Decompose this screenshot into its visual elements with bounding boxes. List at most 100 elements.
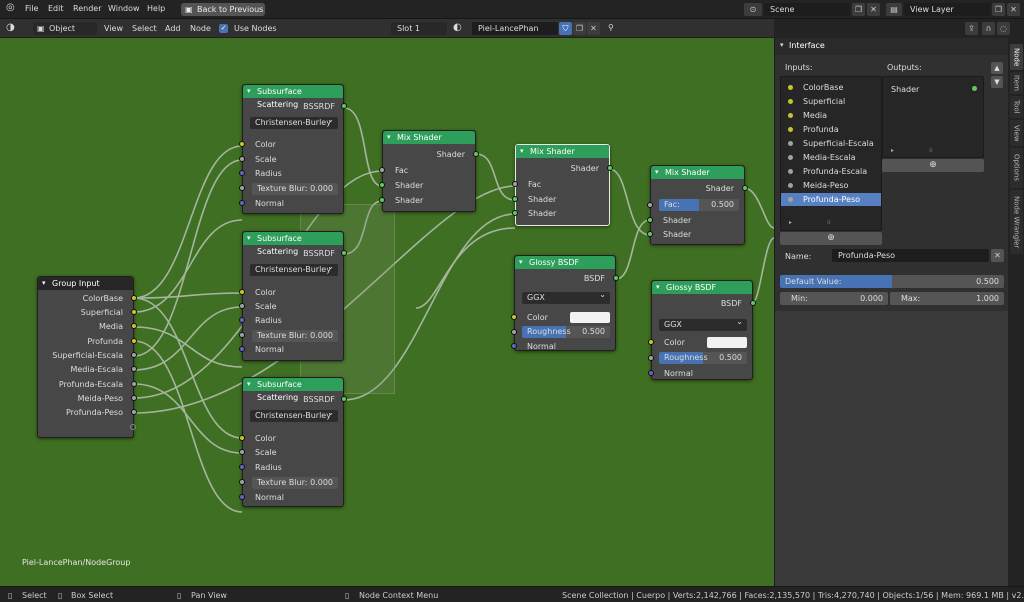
input-socket[interactable] <box>239 346 245 352</box>
input-socket[interactable] <box>239 289 245 295</box>
input-socket[interactable] <box>512 196 518 202</box>
input-socket[interactable] <box>511 329 517 335</box>
output-socket[interactable] <box>742 185 748 191</box>
resize-grip-icon[interactable]: ▸ <box>891 147 894 154</box>
node-header[interactable]: Subsurface Scattering <box>243 85 343 109</box>
menu-help[interactable]: Help <box>147 4 165 13</box>
input-list-item[interactable]: Superficial-Escala <box>781 137 881 150</box>
output-socket[interactable] <box>131 309 137 315</box>
input-socket[interactable] <box>239 156 245 162</box>
blender-logo-icon[interactable]: ◎ <box>6 2 15 13</box>
node-header[interactable]: Mix Shader <box>651 166 744 179</box>
remove-scene-icon[interactable]: ✕ <box>867 3 880 16</box>
input-socket[interactable] <box>239 317 245 323</box>
output-socket[interactable] <box>613 275 619 281</box>
menu-render[interactable]: Render <box>73 4 101 13</box>
header-menu-node[interactable]: Node <box>190 24 211 33</box>
output-socket[interactable] <box>131 338 137 344</box>
node-canvas[interactable]: Subsurface Scattering BSSRDF Christensen… <box>0 38 774 586</box>
input-socket[interactable] <box>239 185 245 191</box>
output-socket[interactable] <box>131 352 137 358</box>
output-socket[interactable] <box>473 151 479 157</box>
output-item[interactable]: Shader <box>891 85 919 94</box>
menu-file[interactable]: File <box>25 4 38 13</box>
interface-panel-header[interactable]: ▾ Interface <box>775 38 1009 55</box>
input-list-item[interactable]: ColorBase <box>781 81 881 94</box>
menu-window[interactable]: Window <box>108 4 140 13</box>
node-header[interactable]: Subsurface Scattering <box>243 232 343 256</box>
overlay-icon[interactable]: ◌ <box>997 22 1010 35</box>
input-socket[interactable] <box>239 494 245 500</box>
add-input-button[interactable]: ⊕ <box>780 232 882 245</box>
use-nodes-checkbox[interactable]: ✓ <box>219 24 228 33</box>
header-menu-add[interactable]: Add <box>165 24 181 33</box>
inputs-list[interactable]: ▸ ⁞⁞ ColorBase Superficial Media Profunda Su… <box>780 76 882 231</box>
subsurface-scattering-node-2[interactable]: Subsurface Scattering BSSRDF Christensen… <box>239 231 347 361</box>
fac-value-field[interactable]: Fac: 0.500 <box>659 199 739 211</box>
input-socket[interactable] <box>239 449 245 455</box>
input-list-item[interactable]: Meida-Peso <box>781 179 881 192</box>
fake-user-shield-icon[interactable]: ⛉ <box>559 22 572 35</box>
node-header[interactable]: Group Input <box>38 277 133 290</box>
input-socket[interactable] <box>239 464 245 470</box>
drag-handle-icon[interactable]: ⁞⁞ <box>929 147 933 154</box>
subsurface-scattering-node-1[interactable]: Subsurface Scattering BSSRDF Christensen… <box>239 84 347 214</box>
input-socket[interactable] <box>648 339 654 345</box>
menu-edit[interactable]: Edit <box>48 4 64 13</box>
method-dropdown[interactable]: Christensen-Burley <box>250 407 338 422</box>
output-socket[interactable] <box>131 366 137 372</box>
method-dropdown[interactable]: Christensen-Burley <box>250 261 338 276</box>
mix-shader-node-2[interactable]: Mix Shader Shader Fac Shader Shader <box>512 144 613 226</box>
input-socket[interactable] <box>512 181 518 187</box>
output-socket[interactable] <box>341 103 347 109</box>
view-layer-field[interactable]: View Layer <box>904 3 990 16</box>
input-socket[interactable] <box>512 210 518 216</box>
object-mode-dropdown[interactable]: ▣ Object <box>33 22 97 35</box>
input-socket[interactable] <box>647 231 653 237</box>
unlink-material-icon[interactable]: ✕ <box>587 22 600 35</box>
output-socket[interactable] <box>341 396 347 402</box>
output-socket[interactable] <box>607 165 613 171</box>
header-menu-select[interactable]: Select <box>132 24 157 33</box>
header-menu-view[interactable]: View <box>104 24 123 33</box>
scene-field[interactable]: Scene <box>764 3 850 16</box>
move-down-button[interactable]: ▼ <box>991 76 1003 88</box>
input-socket[interactable] <box>239 332 245 338</box>
outputs-list[interactable]: Shader ▸ ⁞⁞ <box>882 76 984 158</box>
color-swatch[interactable] <box>707 337 747 348</box>
remove-view-layer-icon[interactable]: ✕ <box>1007 3 1020 16</box>
material-name-field[interactable]: Piel-LancePhan <box>472 22 558 35</box>
input-socket[interactable] <box>379 167 385 173</box>
tab-node[interactable]: Node <box>1010 44 1023 70</box>
input-socket[interactable] <box>648 370 654 376</box>
pin-icon[interactable]: ⚲ <box>608 23 614 32</box>
scene-type-icon[interactable]: ⊙ <box>744 3 762 16</box>
method-dropdown[interactable]: Christensen-Burley <box>250 114 338 129</box>
mix-shader-node-1[interactable]: Mix Shader Shader Fac Shader Shader <box>379 130 479 212</box>
input-socket[interactable] <box>511 343 517 349</box>
output-socket[interactable] <box>131 295 137 301</box>
glossy-bsdf-node-1[interactable]: Glossy BSDF BSDF GGX Color Roughness0.50… <box>511 255 619 351</box>
min-value-field[interactable]: Min: 0.000 <box>780 292 888 305</box>
node-header[interactable]: Glossy BSDF <box>515 256 615 269</box>
node-header[interactable]: Glossy BSDF <box>652 281 752 294</box>
tab-tool[interactable]: Tool <box>1010 96 1023 118</box>
input-list-item[interactable]: Superficial <box>781 95 881 108</box>
mix-shader-node-3[interactable]: Mix Shader Shader Fac:0.500 Shader Shade… <box>647 165 748 245</box>
input-socket[interactable] <box>647 217 653 223</box>
input-list-item[interactable]: Profunda <box>781 123 881 136</box>
input-socket[interactable] <box>511 314 517 320</box>
add-output-button[interactable]: ⊕ <box>882 159 984 172</box>
output-socket[interactable] <box>131 409 137 415</box>
node-header[interactable]: Mix Shader <box>383 131 475 144</box>
slot-dropdown[interactable]: Slot 1 <box>391 22 447 35</box>
texture-blur-field[interactable]: Texture Blur: 0.000 <box>252 183 338 195</box>
tab-view[interactable]: View <box>1010 120 1023 146</box>
tab-options[interactable]: Options <box>1010 148 1023 188</box>
group-input-node[interactable]: Group Input ColorBase Superficial Media … <box>37 276 137 438</box>
remove-socket-icon[interactable]: ✕ <box>991 249 1004 262</box>
resize-grip-icon[interactable]: ▸ <box>789 219 792 226</box>
distribution-dropdown[interactable]: GGX <box>659 316 747 331</box>
node-header[interactable]: Mix Shader <box>516 145 609 158</box>
input-socket[interactable] <box>239 141 245 147</box>
